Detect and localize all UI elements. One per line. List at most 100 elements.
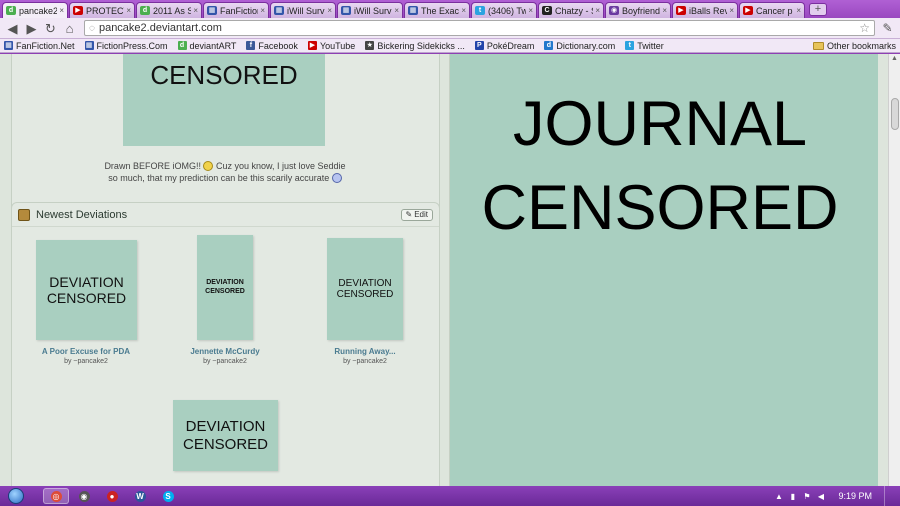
browser-tab-2[interactable]: ▶PROTECT× — [69, 2, 135, 18]
home-icon[interactable]: ⌂ — [61, 20, 78, 37]
tab-close-icon[interactable]: × — [126, 6, 131, 15]
windows-taskbar: ◎ ◉ ● W S ▲ ▮ ⚑ ◀ 9:19 PM — [0, 486, 900, 506]
bookmark-item-7[interactable]: P PokéDream — [474, 41, 534, 51]
tab-close-icon[interactable]: × — [193, 6, 198, 15]
browser-tab-3[interactable]: d 2011 As S × — [136, 2, 202, 18]
browser-tab-12[interactable]: ▶ Cancer p × — [739, 2, 805, 18]
bookmark-favicon-icon: t — [625, 41, 635, 50]
back-icon[interactable]: ◀ — [4, 20, 21, 37]
bookmark-star-icon[interactable]: ☆ — [859, 21, 870, 35]
featured-censored-text: CENSORED — [150, 60, 298, 90]
deviation-title-2[interactable]: Jennette McCurdy — [160, 347, 290, 356]
browser-tab-7[interactable]: ▦ The Exact × — [404, 2, 470, 18]
forward-icon[interactable]: ▶ — [23, 20, 40, 37]
bookmark-item-6[interactable]: ★ Bickering Sidekicks ... — [365, 41, 465, 51]
deviation-title-3[interactable]: Running Away... — [300, 347, 430, 356]
other-bookmarks[interactable]: Other bookmarks — [812, 41, 896, 51]
scroll-up-icon[interactable]: ▲ — [889, 54, 900, 64]
bookmark-label: Twitter — [637, 40, 664, 51]
taskbar-app-word[interactable]: W — [127, 488, 153, 504]
browser-tab-1[interactable]: d pancake2 × — [2, 2, 68, 18]
featured-caption: Drawn BEFORE iOMG!! Cuz you know, I just… — [104, 161, 346, 183]
deviation-author-2[interactable]: by ~pancake2 — [160, 358, 290, 365]
journal-censored-text: JOURNAL CENSORED — [481, 89, 839, 243]
bookmark-label: Bickering Sidekicks ... — [377, 40, 465, 51]
tab-title: iBalls Revi — [689, 5, 728, 16]
deviation-thumb-4[interactable]: DEVIATION CENSORED — [173, 400, 278, 471]
new-tab-button[interactable]: + — [809, 3, 827, 16]
tab-close-icon[interactable]: × — [662, 6, 667, 15]
browser-tab-10[interactable]: ◉ Boyfriend × — [605, 2, 671, 18]
bookmark-item-8[interactable]: d Dictionary.com — [544, 41, 615, 51]
skype-icon: S — [162, 490, 174, 502]
word-icon: W — [134, 490, 146, 502]
network-icon[interactable]: ▮ — [788, 492, 797, 501]
browser-tab-11[interactable]: ▶ iBalls Revi × — [672, 2, 738, 18]
browser-tab-5[interactable]: ▦ iWill Survi × — [270, 2, 336, 18]
edit-button[interactable]: ✎ Edit — [400, 208, 433, 221]
tray-arrow-icon[interactable]: ▲ — [774, 492, 783, 501]
page-scrollbar[interactable]: ▲ — [888, 54, 900, 486]
tab-favicon-icon: ▶ — [676, 6, 686, 15]
reload-icon[interactable]: ↻ — [42, 20, 59, 37]
tab-favicon-icon: d — [140, 6, 150, 15]
deviation-author-3[interactable]: by ~pancake2 — [300, 358, 430, 365]
tab-close-icon[interactable]: × — [595, 6, 600, 15]
tab-favicon-icon: d — [6, 6, 16, 15]
show-desktop-button[interactable] — [884, 486, 892, 506]
address-bar[interactable]: ◌ pancake2.deviantart.com ☆ — [84, 20, 875, 36]
deviation-thumb-3[interactable]: DEVIATION CENSORED — [327, 238, 403, 340]
flag-icon[interactable]: ⚑ — [802, 492, 811, 501]
tab-close-icon[interactable]: × — [394, 6, 399, 15]
deviation-thumb-1[interactable]: DEVIATION CENSORED — [36, 240, 137, 340]
browser-tab-9[interactable]: C Chatzy - S × — [538, 2, 604, 18]
address-url[interactable]: pancake2.deviantart.com — [99, 22, 859, 34]
tab-title: iWill Survi — [354, 5, 393, 16]
bookmark-item-2[interactable]: ▦ FictionPress.Com — [84, 41, 168, 51]
taskbar-app-skype[interactable]: S — [155, 488, 181, 504]
browser-tab-4[interactable]: ▦ FanFiction × — [203, 2, 269, 18]
app3-icon: ● — [106, 490, 118, 502]
bookmarks-bar: ▦ FanFiction.Net ▦ FictionPress.Com d deviant… — [0, 39, 900, 53]
tab-close-icon[interactable]: × — [461, 6, 466, 15]
bookmark-item-3[interactable]: d deviantART — [177, 41, 236, 51]
deviation-author-1[interactable]: by ~pancake2 — [21, 358, 151, 365]
tab-favicon-icon: ▦ — [341, 6, 351, 15]
tab-favicon-icon: ▶ — [743, 6, 753, 15]
pencil-icon: ✎ — [405, 209, 413, 219]
blush-emoticon-icon — [331, 173, 342, 183]
start-button[interactable] — [5, 486, 27, 506]
newest-deviations-title: Newest Deviations — [36, 208, 128, 221]
bookmark-item-9[interactable]: t Twitter — [625, 41, 664, 51]
gallery-box-icon — [18, 208, 30, 221]
wrench-menu-icon[interactable]: ✎ — [879, 20, 896, 37]
deviation-thumb-2[interactable]: DEVIATION CENSORED — [197, 235, 253, 340]
browser-tab-6[interactable]: ▦ iWill Survi × — [337, 2, 403, 18]
bookmark-item-5[interactable]: ▶ YouTube — [307, 41, 355, 51]
clock[interactable]: 9:19 PM — [838, 491, 872, 501]
bookmark-item-4[interactable]: f Facebook — [246, 41, 298, 51]
tab-close-icon[interactable]: × — [59, 6, 64, 15]
bookmark-favicon-icon: P — [474, 41, 484, 50]
deviation-title-1[interactable]: A Poor Excuse for PDA — [21, 347, 151, 356]
taskbar-app-chrome[interactable]: ◎ — [43, 488, 69, 504]
system-tray: ▲ ▮ ⚑ ◀ 9:19 PM — [774, 486, 900, 506]
tab-close-icon[interactable]: × — [528, 6, 533, 15]
tab-close-icon[interactable]: × — [729, 6, 734, 15]
volume-icon[interactable]: ◀ — [816, 492, 825, 501]
taskbar-app-app3[interactable]: ● — [99, 488, 125, 504]
bookmark-item-1[interactable]: ▦ FanFiction.Net — [4, 41, 75, 51]
tab-favicon-icon: ▦ — [408, 6, 418, 15]
tab-favicon-icon: ◉ — [609, 6, 619, 15]
browser-tab-8[interactable]: t (3406) Tw × — [471, 2, 537, 18]
tab-title: Chatzy - S — [555, 5, 594, 16]
bookmark-favicon-icon: d — [544, 41, 554, 50]
journal-panel: JOURNAL CENSORED — [449, 54, 878, 486]
taskbar-app-media[interactable]: ◉ — [71, 488, 97, 504]
featured-censored-image[interactable]: CENSORED — [123, 54, 325, 146]
scrollbar-thumb[interactable] — [891, 98, 899, 130]
tab-close-icon[interactable]: × — [327, 6, 332, 15]
tab-close-icon[interactable]: × — [796, 6, 801, 15]
page-content: CENSORED Drawn BEFORE iOMG!! Cuz you kno… — [0, 54, 888, 486]
tab-close-icon[interactable]: × — [260, 6, 265, 15]
